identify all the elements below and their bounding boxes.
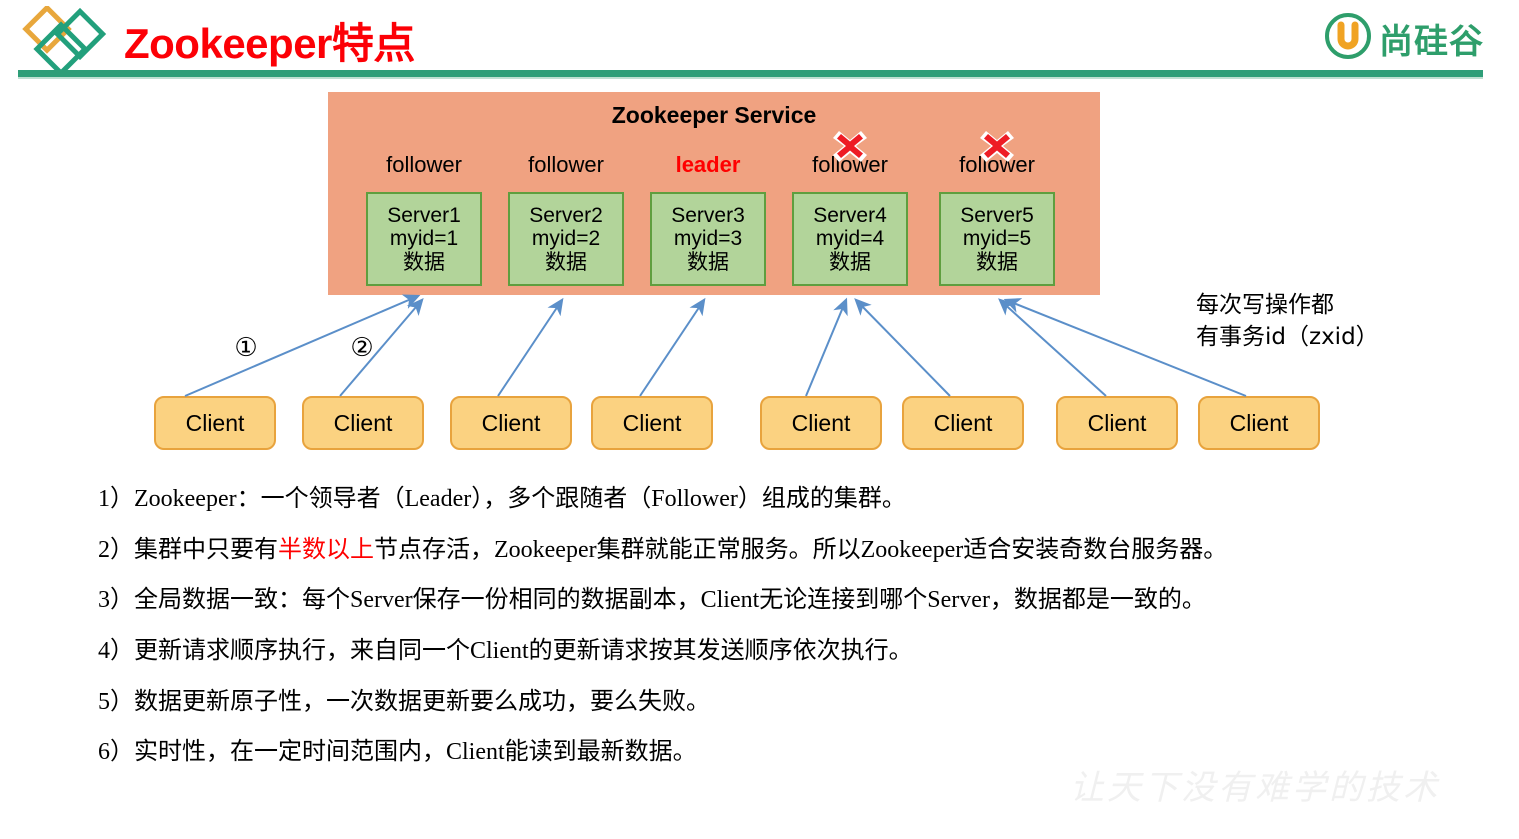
feature-text: 1）Zookeeper：一个领导者（Leader），多个跟随者（Follower… <box>98 486 906 512</box>
client-box-8[interactable]: Client <box>1198 396 1320 450</box>
client-box-4[interactable]: Client <box>591 396 713 450</box>
feature-text: 6）实时性，在一定时间范围内，Client能读到最新数据。 <box>98 739 697 766</box>
server-box-2[interactable]: Server2 myid=2 数据 <box>508 192 624 286</box>
client-box-6[interactable]: Client <box>902 396 1024 450</box>
u-circle-icon <box>1325 12 1371 64</box>
feature-text: 4）更新请求顺序执行，来自同一个Client的更新请求按其发送顺序依次执行。 <box>98 638 913 665</box>
feature-item-1: 1）Zookeeper：一个领导者（Leader），多个跟随者（Follower… <box>98 484 1438 516</box>
feature-item-2: 2）集群中只要有半数以上节点存活，Zookeeper集群就能正常服务。所以Zoo… <box>98 535 1438 567</box>
server-data: 数据 <box>687 250 729 274</box>
client-label: Client <box>1087 409 1147 436</box>
client-label: Client <box>622 409 682 436</box>
client-label: Client <box>933 409 993 436</box>
server-name: Server1 <box>387 203 461 227</box>
client-label: Client <box>333 409 393 436</box>
client-box-1[interactable]: Client <box>154 396 276 450</box>
client-box-5[interactable]: Client <box>760 396 882 450</box>
feature-text: 节点存活，Zookeeper集群就能正常服务。所以Zookeeper适合安装奇数… <box>374 536 1228 563</box>
server-data: 数据 <box>976 250 1018 274</box>
header-divider <box>18 70 1483 77</box>
server-myid: myid=3 <box>673 227 743 251</box>
server-name: Server4 <box>813 203 887 227</box>
feature-text: 5）数据更新原子性，一次数据更新要么成功，要么失败。 <box>98 688 710 715</box>
server-box-4[interactable]: Server4 myid=4 数据 <box>792 192 908 286</box>
client-box-2[interactable]: Client <box>302 396 424 450</box>
client-label: Client <box>1229 409 1289 436</box>
page-header: Zookeeper特点 尚硅谷 <box>0 0 1519 79</box>
brand-logo: 尚硅谷 <box>1325 12 1484 64</box>
node-role-label-1: follower <box>386 152 462 177</box>
server-name: Server2 <box>529 203 603 227</box>
server-box-5[interactable]: Server5 myid=5 数据 <box>939 192 1055 286</box>
feature-item-5: 5）数据更新原子性，一次数据更新要么成功，要么失败。 <box>98 687 1438 719</box>
client-label: Client <box>481 409 541 436</box>
server-name: Server3 <box>671 203 745 227</box>
server-myid: myid=5 <box>962 227 1032 251</box>
node-role-label-3: leader <box>675 152 741 177</box>
client-box-3[interactable]: Client <box>450 396 572 450</box>
server-box-3[interactable]: Server3 myid=3 数据 <box>650 192 766 286</box>
brand-name: 尚硅谷 <box>1379 21 1484 62</box>
server-data: 数据 <box>403 250 445 274</box>
feature-text: 3）全局数据一致：每个Server保存一份相同的数据副本，Client无论连接到… <box>98 587 1206 614</box>
feature-highlight: 半数以上 <box>278 536 374 563</box>
server-data: 数据 <box>545 250 587 274</box>
client-label: Client <box>791 409 851 436</box>
server-myid: myid=1 <box>389 227 459 251</box>
client-box-7[interactable]: Client <box>1056 396 1178 450</box>
zookeeper-service-title: Zookeeper Service <box>611 102 817 128</box>
step-marker-1: ① <box>234 332 258 362</box>
node-role-label-2: follower <box>528 152 604 177</box>
header-divider-thin <box>18 77 1483 79</box>
zxid-annotation: 每次写操作都 有事务id（zxid） <box>1196 292 1379 350</box>
server-myid: myid=4 <box>815 227 885 251</box>
diamonds-logo-icon <box>14 4 118 77</box>
server-box-1[interactable]: Server1 myid=1 数据 <box>366 192 482 286</box>
step-marker-2: ② <box>350 332 374 362</box>
server-name: Server5 <box>960 203 1034 227</box>
feature-text: 2）集群中只要有 <box>98 536 278 563</box>
feature-item-4: 4）更新请求顺序执行，来自同一个Client的更新请求按其发送顺序依次执行。 <box>98 636 1438 668</box>
node-failure-x-icon-4 <box>833 128 867 162</box>
server-data: 数据 <box>829 250 871 274</box>
page-title: Zookeeper特点 <box>124 20 415 67</box>
feature-item-3: 3）全局数据一致：每个Server保存一份相同的数据副本，Client无论连接到… <box>98 585 1438 617</box>
node-failure-x-icon-5 <box>980 128 1014 162</box>
server-myid: myid=2 <box>531 227 601 251</box>
watermark: 让天下没有难学的技术 <box>1070 770 1440 807</box>
client-label: Client <box>185 409 245 436</box>
feature-list: 1）Zookeeper：一个领导者（Leader），多个跟随者（Follower… <box>98 484 1438 788</box>
